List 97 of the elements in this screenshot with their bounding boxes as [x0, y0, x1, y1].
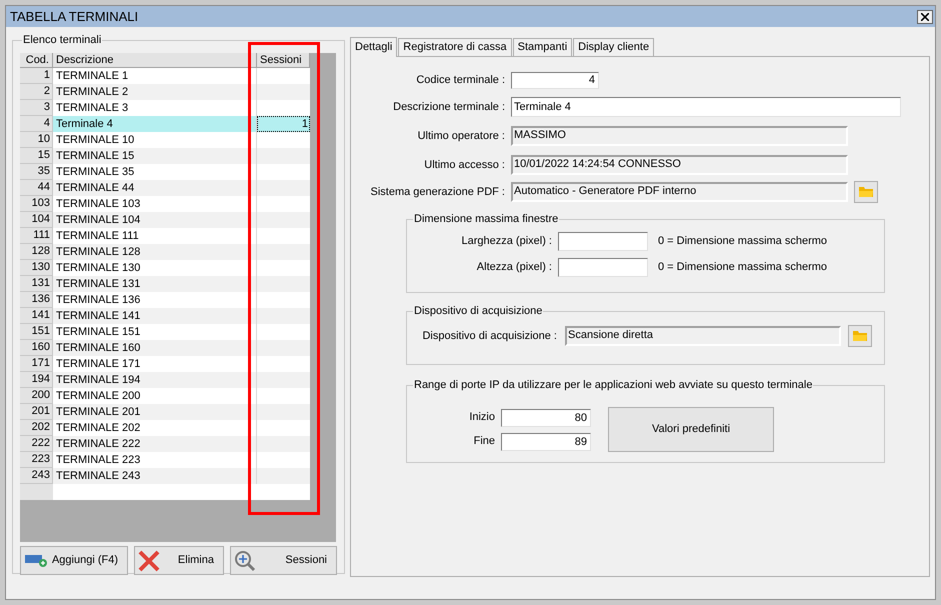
- row-header-cell: 194: [20, 372, 53, 388]
- table-row[interactable]: 243 TERMINALE 243: [20, 468, 310, 484]
- table-row[interactable]: 1 TERMINALE 1: [20, 68, 310, 84]
- row-header-cell: 202: [20, 420, 53, 436]
- row-header-cell: 200: [20, 388, 53, 404]
- input-field[interactable]: [558, 232, 648, 251]
- table-row[interactable]: 111 TERMINALE 111: [20, 228, 310, 244]
- row-header-cell: 141: [20, 308, 53, 324]
- row-header-cell: 3: [20, 100, 53, 116]
- table-row[interactable]: 131 TERMINALE 131: [20, 276, 310, 292]
- field-label: Larghezza (pixel) :: [460, 234, 553, 250]
- readonly-field: 10/01/2022 14:24:54 CONNESSO: [511, 155, 848, 175]
- row-header-cell: 131: [20, 276, 53, 292]
- table-row[interactable]: 10 TERMINALE 10: [20, 132, 310, 148]
- add-card-icon: [24, 554, 48, 568]
- hint-text: 0 = Dimensione massima schermo: [658, 234, 828, 250]
- delete-button[interactable]: Elimina: [134, 546, 224, 575]
- table-row[interactable]: 200 TERMINALE 200: [20, 388, 310, 404]
- close-icon: [921, 12, 929, 20]
- row-header-cell: 160: [20, 340, 53, 356]
- row-header-cell: 128: [20, 244, 53, 260]
- readonly-field: MASSIMO: [511, 126, 848, 146]
- add-button[interactable]: Aggiungi (F4): [20, 546, 128, 575]
- row-header-cell: 104: [20, 212, 53, 228]
- group-title: Elenco terminali: [22, 34, 102, 47]
- hint-text: 0 = Dimensione massima schermo: [658, 260, 828, 276]
- row-header-cell: 15: [20, 148, 53, 164]
- field-label: Ultimo accesso :: [423, 158, 506, 173]
- field-label: Fine: [472, 434, 496, 450]
- column-header[interactable]: Sessioni: [257, 53, 310, 68]
- field-label: Inizio: [468, 410, 496, 426]
- column-header[interactable]: Descrizione: [53, 53, 257, 68]
- row-header-cell: 2: [20, 84, 53, 100]
- row-header-cell: 10: [20, 132, 53, 148]
- row-header-cell: 136: [20, 292, 53, 308]
- row-header-cell: 130: [20, 260, 53, 276]
- row-header-cell: 111: [20, 228, 53, 244]
- table-row[interactable]: 171 TERMINALE 171: [20, 356, 310, 372]
- close-icon: [138, 550, 160, 572]
- readonly-field: Automatico - Generatore PDF interno: [511, 182, 848, 202]
- table-row[interactable]: 4 Terminale 4 1: [20, 116, 310, 132]
- group-title: Dimensione massima finestre: [413, 213, 560, 226]
- table-row[interactable]: 3 TERMINALE 3: [20, 100, 310, 116]
- table-row[interactable]: 44 TERMINALE 44: [20, 180, 310, 196]
- tab[interactable]: Dettagli: [350, 37, 398, 57]
- tab[interactable]: Stampanti: [512, 38, 572, 56]
- readonly-field: Scansione diretta: [565, 326, 841, 346]
- row-header-cell: 103: [20, 196, 53, 212]
- table-row[interactable]: 2 TERMINALE 2: [20, 84, 310, 100]
- row-header-cell: 243: [20, 468, 53, 484]
- table-row[interactable]: 151 TERMINALE 151: [20, 324, 310, 340]
- table-row[interactable]: 141 TERMINALE 141: [20, 308, 310, 324]
- input-field[interactable]: Terminale 4: [511, 97, 901, 117]
- table-row[interactable]: 104 TERMINALE 104: [20, 212, 310, 228]
- table-row[interactable]: 103 TERMINALE 103: [20, 196, 310, 212]
- input-field[interactable]: 89: [501, 432, 591, 450]
- field-label: Sistema generazione PDF :: [369, 184, 506, 200]
- row-header-cell: 35: [20, 164, 53, 180]
- input-field[interactable]: [558, 258, 648, 277]
- row-header-cell: 223: [20, 452, 53, 468]
- defaults-button[interactable]: Valori predefiniti: [608, 407, 774, 452]
- window-title: TABELLA TERMINALI: [10, 8, 138, 26]
- table-row[interactable]: 223 TERMINALE 223: [20, 452, 310, 468]
- row-header-cell: 151: [20, 324, 53, 340]
- table-row[interactable]: 194 TERMINALE 194: [20, 372, 310, 388]
- row-header-cell: 222: [20, 436, 53, 452]
- table-row[interactable]: 128 TERMINALE 128: [20, 244, 310, 260]
- field-label: Descrizione terminale :: [392, 100, 506, 115]
- group-title: Range di porte IP da utilizzare per le applicazioni web avviate su questo terminale: [413, 379, 814, 392]
- row-header-cell: 201: [20, 404, 53, 420]
- close-button[interactable]: [917, 10, 933, 24]
- table-row[interactable]: 35 TERMINALE 35: [20, 164, 310, 180]
- sessions-button[interactable]: Sessioni: [230, 546, 337, 575]
- table-row[interactable]: 160 TERMINALE 160: [20, 340, 310, 356]
- field-label: Codice terminale :: [415, 73, 506, 88]
- tab[interactable]: Display cliente: [573, 38, 654, 56]
- folder-icon: [852, 330, 868, 342]
- table-row[interactable]: 202 TERMINALE 202: [20, 420, 310, 436]
- table-row[interactable]: 130 TERMINALE 130: [20, 260, 310, 276]
- input-field[interactable]: 80: [501, 408, 591, 426]
- input-field[interactable]: 4: [511, 72, 599, 89]
- field-label: Ultimo operatore :: [416, 128, 506, 144]
- row-header-cell: 1: [20, 68, 53, 84]
- table-row[interactable]: 201 TERMINALE 201: [20, 404, 310, 420]
- tab[interactable]: Registratore di cassa: [398, 38, 512, 56]
- table-row[interactable]: 15 TERMINALE 15: [20, 148, 310, 164]
- row-header-cell: 44: [20, 180, 53, 196]
- group-title: Dispositivo di acquisizione: [413, 305, 544, 318]
- table-row[interactable]: 136 TERMINALE 136: [20, 292, 310, 308]
- zoom-in-icon: [234, 550, 256, 572]
- field-label: Altezza (pixel) :: [476, 260, 553, 276]
- row-header-cell: 171: [20, 356, 53, 372]
- row-header-cell: 4: [20, 116, 53, 132]
- column-header[interactable]: Cod.: [20, 53, 53, 68]
- folder-icon: [858, 186, 874, 198]
- table-row[interactable]: 222 TERMINALE 222: [20, 436, 310, 452]
- field-label: Dispositivo di acquisizione :: [421, 328, 558, 344]
